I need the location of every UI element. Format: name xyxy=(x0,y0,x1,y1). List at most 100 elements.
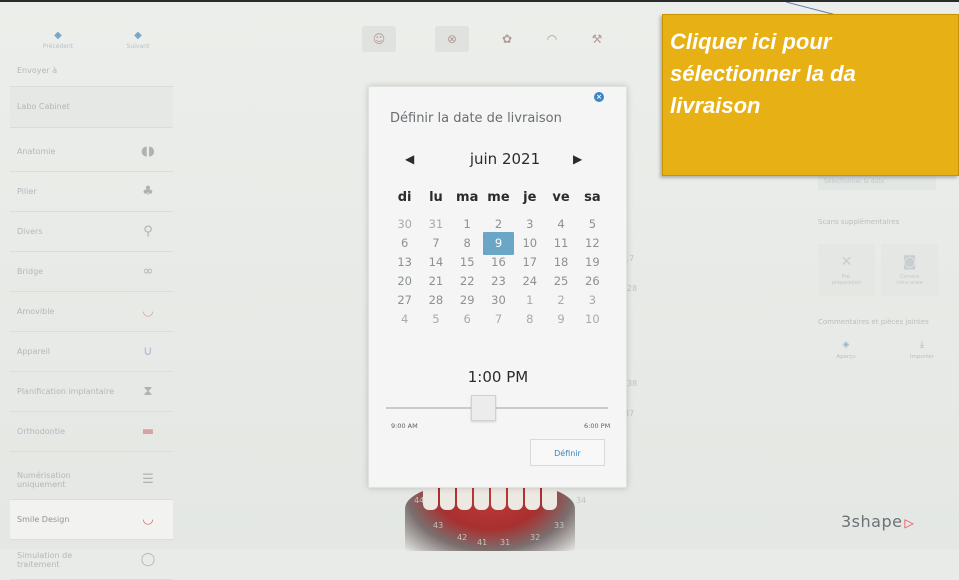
time-slider-track[interactable] xyxy=(386,407,608,409)
next-button[interactable]: ◆ Suivant xyxy=(98,24,178,56)
calendar-day[interactable]: 17 xyxy=(514,253,545,272)
time-slider-thumb[interactable] xyxy=(471,395,497,421)
calendar-day[interactable]: 5 xyxy=(420,310,451,329)
calendar-day[interactable]: 29 xyxy=(452,291,483,310)
weekday-label: me xyxy=(487,190,510,205)
calendar-day[interactable]: 24 xyxy=(514,272,545,291)
sidebar-item-anatomie[interactable]: Anatomie ◖◗ xyxy=(10,132,173,172)
close-icon[interactable]: × xyxy=(594,92,604,102)
calendar-day[interactable]: 22 xyxy=(452,272,483,291)
triangle-right-icon: ▶ xyxy=(573,152,583,166)
workflow-step-design-icon[interactable]: ✿ xyxy=(490,26,524,52)
time-display: 1:00 PM xyxy=(467,368,529,386)
calendar-day[interactable]: 11 xyxy=(545,234,576,253)
calendar-day[interactable]: 21 xyxy=(420,272,451,291)
calendar-day[interactable]: 4 xyxy=(545,215,576,234)
calendar-day[interactable]: 6 xyxy=(389,234,420,253)
calendar-day[interactable]: 2 xyxy=(545,291,576,310)
calendar-day[interactable]: 8 xyxy=(514,310,545,329)
calendar-day[interactable]: 1 xyxy=(452,215,483,234)
sidebar-item-label: Pilier xyxy=(17,187,37,196)
lab-selector[interactable]: Labo Cabinet xyxy=(10,86,173,128)
intraoral-camera-button[interactable]: ◙ Caméra intra-orale xyxy=(881,244,938,296)
dental-arch-image xyxy=(405,480,575,551)
calendar-day[interactable]: 13 xyxy=(389,253,420,272)
delivery-date-field[interactable]: Sélectionner la date xyxy=(818,174,936,190)
calendar-day[interactable]: 8 xyxy=(452,234,483,253)
sidebar-item-label: Simulation de traitement xyxy=(17,550,73,569)
sidebar-item-orthodontie[interactable]: Orthodontie ▬ xyxy=(10,412,173,452)
preview-button[interactable]: ◈ Aperçu xyxy=(814,340,878,360)
calendar-day[interactable]: 3 xyxy=(514,215,545,234)
sidebar-item-bridge[interactable]: Bridge ∞ xyxy=(10,252,173,292)
sidebar-item-appareil[interactable]: Appareil ∪ xyxy=(10,332,173,372)
workflow-step-patient-icon[interactable]: ☺ xyxy=(362,26,396,52)
calendar-day[interactable]: 4 xyxy=(389,310,420,329)
implant-icon: ⧗ xyxy=(143,384,153,399)
import-button[interactable]: ⤓ Importer xyxy=(890,340,954,360)
removable-icon: ◡ xyxy=(142,304,154,319)
previous-month-button[interactable]: ◀ xyxy=(405,152,414,166)
calendar-day[interactable]: 16 xyxy=(483,253,514,272)
tooth-number: 38 xyxy=(627,379,638,388)
workflow-step-arch-icon[interactable]: ◠ xyxy=(535,26,569,52)
extra-scans-list: ✕ Pré- préparation ◙ Caméra intra-orale xyxy=(818,244,938,296)
weekday-label: lu xyxy=(429,190,443,205)
calendar-day[interactable]: 30 xyxy=(483,291,514,310)
calendar-day-selected[interactable]: 9 xyxy=(482,232,515,255)
calendar-day[interactable]: 6 xyxy=(452,310,483,329)
sidebar-item-simulation[interactable]: Simulation de traitement ◯ xyxy=(10,540,173,580)
sidebar-item-numerisation[interactable]: Numérisation uniquement ☰ xyxy=(10,460,173,500)
calendar-day[interactable]: 1 xyxy=(514,291,545,310)
delivery-date-field-text: Sélectionner la date xyxy=(824,178,885,185)
sidebar-item-amovible[interactable]: Amovible ◡ xyxy=(10,292,173,332)
next-month-button[interactable]: ▶ xyxy=(573,152,582,166)
sidebar-item-smile-design[interactable]: Smile Design ◡ xyxy=(10,500,173,540)
tooth-number: 34 xyxy=(576,496,587,505)
tooth-number: 43 xyxy=(433,521,444,530)
calendar-day[interactable]: 12 xyxy=(577,234,608,253)
calendar-day[interactable]: 14 xyxy=(420,253,451,272)
order-sidebar: Envoyer à Labo Cabinet Anatomie ◖◗ Pilie… xyxy=(10,60,173,580)
workflow-step-tool-icon[interactable]: ⚒ xyxy=(580,26,614,52)
misc-icon: ⚲ xyxy=(143,224,153,239)
calendar-day[interactable]: 30 xyxy=(389,215,420,234)
smile-icon: ◡ xyxy=(142,512,154,527)
triangle-left-icon: ◀ xyxy=(405,152,415,166)
pre-preparation-scan-button[interactable]: ✕ Pré- préparation xyxy=(818,244,875,296)
calendar-day[interactable]: 9 xyxy=(545,310,576,329)
tooth-number: 32 xyxy=(530,533,541,542)
workflow-step-scan-icon[interactable]: ⊗ xyxy=(435,26,469,52)
calendar-day[interactable]: 31 xyxy=(420,215,451,234)
download-icon: ⤓ xyxy=(920,340,924,350)
calendar-day[interactable]: 25 xyxy=(545,272,576,291)
tooth-number: 41 xyxy=(477,538,488,547)
calendar-day[interactable]: 19 xyxy=(577,253,608,272)
calendar-day[interactable]: 27 xyxy=(389,291,420,310)
sidebar-item-label: Bridge xyxy=(17,267,44,276)
calendar-day[interactable]: 5 xyxy=(577,215,608,234)
sidebar-item-pilier[interactable]: Pilier ♣ xyxy=(10,172,173,212)
calendar-day[interactable]: 18 xyxy=(545,253,576,272)
slider-min-label: 9:00 AM xyxy=(391,422,418,430)
calendar-day[interactable]: 28 xyxy=(420,291,451,310)
sidebar-item-planification[interactable]: Planification implantaire ⧗ xyxy=(10,372,173,412)
sidebar-item-divers[interactable]: Divers ⚲ xyxy=(10,212,173,252)
calendar-day[interactable]: 10 xyxy=(577,310,608,329)
calendar-day[interactable]: 23 xyxy=(483,272,514,291)
sidebar-item-label: Numérisation uniquement xyxy=(17,470,71,489)
previous-button[interactable]: ◆ Précédent xyxy=(18,24,98,56)
calendar-day[interactable]: 7 xyxy=(483,310,514,329)
calendar-day[interactable]: 20 xyxy=(389,272,420,291)
calendar-day[interactable]: 3 xyxy=(577,291,608,310)
right-panel: Scans supplémentaires xyxy=(810,192,959,226)
calendar-day[interactable]: 10 xyxy=(514,234,545,253)
sidebar-item-label: Orthodontie xyxy=(17,427,66,436)
extra-scan-label: intra-orale xyxy=(896,280,923,286)
calendar-day[interactable]: 15 xyxy=(452,253,483,272)
crown-icon: ◖◗ xyxy=(141,144,155,159)
calendar-day[interactable]: 26 xyxy=(577,272,608,291)
previous-label: Précédent xyxy=(42,42,74,50)
confirm-date-button[interactable]: Définir xyxy=(530,439,605,466)
calendar-day[interactable]: 7 xyxy=(420,234,451,253)
